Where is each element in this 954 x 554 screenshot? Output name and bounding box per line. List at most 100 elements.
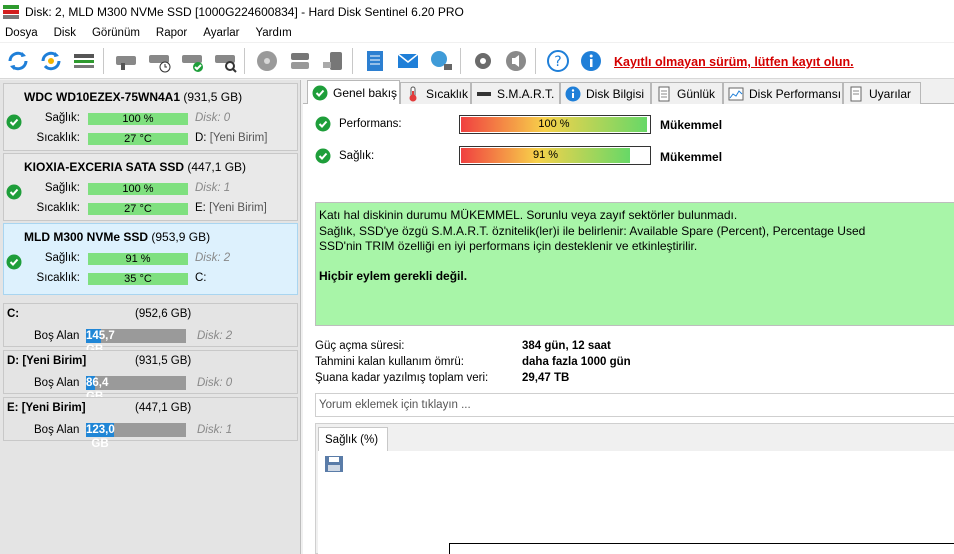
chip-icon bbox=[476, 86, 492, 102]
free-space-label: Boş Alan bbox=[34, 424, 80, 436]
settings-icon[interactable] bbox=[468, 46, 498, 76]
disk-card-selected[interactable]: MLD M300 NVMe SSD (953,9 GB) Sağlık: 91 … bbox=[3, 223, 298, 295]
disk-schedule-icon[interactable] bbox=[144, 46, 174, 76]
health-label: Sağlık: bbox=[339, 150, 375, 162]
disk-external-icon[interactable] bbox=[318, 46, 348, 76]
free-space-bar: 86,4 GB bbox=[86, 376, 186, 403]
menu-ayarlar[interactable]: Ayarlar bbox=[197, 27, 249, 39]
written-value: 29,47 TB bbox=[522, 372, 570, 384]
power-on-label: Güç açma süresi: bbox=[315, 340, 405, 352]
tab-health-chart[interactable]: Sağlık (%) bbox=[318, 427, 388, 451]
disk-name: MLD M300 NVMe SSD (953,9 GB) bbox=[24, 230, 211, 244]
toolbar: ? Kayıtlı olmayan sürüm, lütfen kayıt ol… bbox=[0, 43, 954, 79]
network-icon[interactable] bbox=[426, 46, 456, 76]
toolbar-separator bbox=[103, 47, 104, 74]
volume-label: D: [Yeni Birim] bbox=[195, 132, 268, 144]
refresh-icon[interactable] bbox=[3, 46, 33, 76]
disk-search-icon[interactable] bbox=[210, 46, 240, 76]
help-icon[interactable]: ? bbox=[543, 46, 573, 76]
overview-content: Performans: 100 % Mükemmel Sağlık: 91 % … bbox=[303, 104, 954, 554]
status-line: Katı hal diskinin durumu MÜKEMMEL. Sorun… bbox=[319, 208, 738, 222]
tab-label: Sıcaklık bbox=[426, 86, 469, 101]
chart-plot-area bbox=[449, 543, 954, 554]
temperature-label: Sıcaklık: bbox=[36, 202, 80, 214]
partition-size: (931,5 GB) bbox=[135, 355, 192, 367]
mail-icon[interactable] bbox=[393, 46, 423, 76]
health-bar: 100 % bbox=[88, 113, 188, 125]
tab-disk-info[interactable]: Disk Bilgisi bbox=[560, 82, 651, 104]
health-chart-panel: Sağlık (%) bbox=[315, 423, 954, 554]
toolbar-separator bbox=[535, 47, 536, 74]
temperature-label: Sıcaklık: bbox=[36, 132, 80, 144]
free-space-value: 145,7 GB bbox=[86, 329, 115, 356]
disk-number: Disk: 1 bbox=[195, 182, 231, 194]
tab-disk-performance[interactable]: Disk Performansı bbox=[723, 82, 843, 104]
refresh-all-icon[interactable] bbox=[36, 46, 66, 76]
tab-label: S.M.A.R.T. bbox=[497, 86, 555, 101]
info-icon bbox=[565, 86, 581, 102]
temperature-bar: 27 °C bbox=[88, 203, 188, 215]
unregistered-link[interactable]: Kayıtlı olmayan sürüm, lütfen kayıt olun… bbox=[614, 55, 854, 69]
toolbar-separator bbox=[460, 47, 461, 74]
partition-disk: Disk: 2 bbox=[197, 330, 233, 342]
status-line: Sağlık, SSD'ye özgü S.M.A.R.T. öznitelik… bbox=[319, 223, 866, 238]
free-space-bar: 123,0 GB bbox=[86, 423, 186, 450]
partition-card[interactable]: D: [Yeni Birim] (931,5 GB) Boş Alan 86,4… bbox=[3, 350, 298, 403]
partition-disk: Disk: 1 bbox=[197, 424, 233, 436]
tab-temperature[interactable]: Sıcaklık bbox=[400, 82, 471, 104]
free-space-label: Boş Alan bbox=[34, 377, 80, 389]
disk-surface-icon[interactable] bbox=[252, 46, 282, 76]
lifetime-value: daha fazla 1000 gün bbox=[522, 356, 631, 368]
check-icon bbox=[312, 85, 328, 101]
menu-rapor[interactable]: Rapor bbox=[150, 27, 197, 39]
health-label: Sağlık: bbox=[44, 252, 80, 264]
check-icon bbox=[315, 148, 331, 164]
chart-icon bbox=[728, 86, 744, 102]
free-space-value: 123,0 GB bbox=[86, 423, 115, 450]
health-value: 91 % bbox=[461, 148, 630, 163]
disk-ok-icon[interactable] bbox=[177, 46, 207, 76]
menu-yardim[interactable]: Yardım bbox=[249, 27, 301, 39]
comment-field[interactable]: Yorum eklemek için tıklayın ... bbox=[315, 393, 954, 417]
performance-gauge: 100 % bbox=[459, 115, 651, 134]
health-label: Sağlık: bbox=[44, 182, 80, 194]
svg-text:?: ? bbox=[554, 54, 561, 70]
temperature-label: Sıcaklık: bbox=[36, 272, 80, 284]
tab-label: Disk Performansı bbox=[749, 86, 842, 101]
menu-dosya[interactable]: Dosya bbox=[0, 27, 48, 39]
app-icon bbox=[3, 5, 19, 19]
disk-number: Disk: 2 bbox=[195, 252, 231, 264]
sound-icon[interactable] bbox=[501, 46, 531, 76]
save-icon[interactable] bbox=[324, 455, 344, 473]
notepad-icon[interactable] bbox=[360, 46, 390, 76]
partition-name: D: [Yeni Birim] bbox=[7, 355, 87, 367]
disk-name: KIOXIA-EXCERIA SATA SSD (447,1 GB) bbox=[24, 160, 247, 174]
info-icon[interactable] bbox=[576, 46, 606, 76]
disk-card[interactable]: KIOXIA-EXCERIA SATA SSD (447,1 GB) Sağlı… bbox=[3, 153, 298, 221]
partition-card[interactable]: C: (952,6 GB) Boş Alan 145,7 GB Disk: 2 bbox=[3, 303, 298, 356]
status-line: SSD'nin TRIM özelliği en iyi performans … bbox=[319, 239, 698, 253]
status-message: Katı hal diskinin durumu MÜKEMMEL. Sorun… bbox=[315, 202, 954, 326]
health-bar: 100 % bbox=[88, 183, 188, 195]
tab-log[interactable]: Günlük bbox=[651, 82, 723, 104]
title-bar: Disk: 2, MLD M300 NVMe SSD [1000G2246008… bbox=[0, 0, 954, 24]
toolbar-separator bbox=[352, 47, 353, 74]
disk-network-icon[interactable] bbox=[285, 46, 315, 76]
partition-name: C: bbox=[7, 308, 20, 320]
menu-gorunum[interactable]: Görünüm bbox=[86, 27, 150, 39]
disk-list-icon[interactable] bbox=[69, 46, 99, 76]
partition-card[interactable]: E: [Yeni Birim] (447,1 GB) Boş Alan 123,… bbox=[3, 397, 298, 450]
partition-size: (952,6 GB) bbox=[135, 308, 192, 320]
disk-tool-icon[interactable] bbox=[111, 46, 141, 76]
menu-bar: Dosya Disk Görünüm Rapor Ayarlar Yardım bbox=[0, 24, 954, 42]
disk-card[interactable]: WDC WD10EZEX-75WN4A1 (931,5 GB) Sağlık: … bbox=[3, 83, 298, 151]
thermometer-icon bbox=[405, 86, 421, 102]
menu-disk[interactable]: Disk bbox=[48, 27, 86, 39]
tab-alerts[interactable]: Uyarılar bbox=[843, 82, 921, 104]
alert-document-icon bbox=[848, 86, 864, 102]
performance-value: 100 % bbox=[461, 117, 647, 132]
tab-overview[interactable]: Genel bakış bbox=[307, 80, 400, 105]
tab-label: Uyarılar bbox=[869, 86, 912, 101]
chart-area bbox=[318, 451, 954, 554]
tab-smart[interactable]: S.M.A.R.T. bbox=[471, 82, 560, 104]
